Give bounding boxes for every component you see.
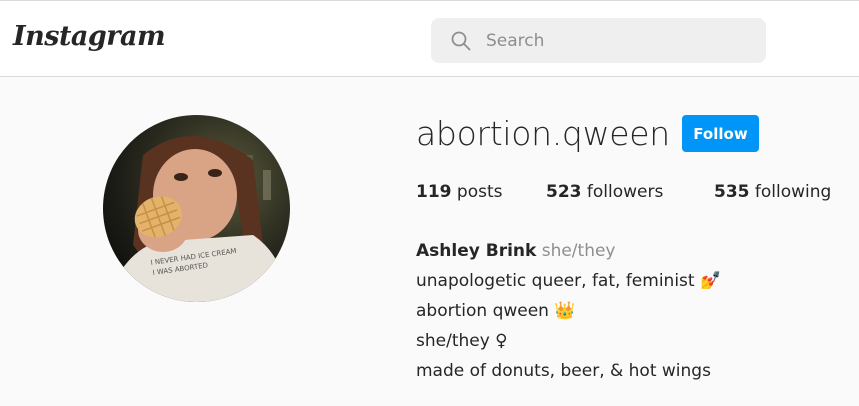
- crown-icon: 👑: [554, 301, 576, 321]
- bio-name-line: Ashley Brink she/they: [416, 236, 721, 266]
- followers-count: 523: [546, 182, 582, 202]
- bio-line-2: abortion qween 👑: [416, 296, 721, 326]
- bio-pronouns: she/they: [541, 241, 616, 261]
- posts-label: posts: [456, 182, 503, 202]
- bio-line-1-text: unapologetic queer, fat, feminist: [416, 271, 695, 291]
- followers-stat[interactable]: 523 followers: [546, 182, 663, 202]
- following-count: 535: [714, 182, 750, 202]
- bio-full-name: Ashley Brink: [416, 241, 537, 261]
- search-box[interactable]: [431, 18, 766, 63]
- profile-bio: Ashley Brink she/they unapologetic queer…: [416, 236, 721, 386]
- avatar[interactable]: I NEVER HAD ICE CREAM I WAS ABORTED: [103, 115, 290, 302]
- nail-polish-icon: 💅: [699, 271, 722, 291]
- follow-button[interactable]: Follow: [682, 115, 759, 152]
- bio-line-3: she/they ♀: [416, 331, 508, 351]
- top-navigation-bar: Instagram: [0, 0, 859, 77]
- following-label: following: [754, 182, 832, 202]
- posts-stat: 119 posts: [416, 182, 502, 202]
- posts-count: 119: [416, 182, 452, 202]
- profile-username: abortion.qween: [416, 114, 670, 153]
- bio-line-1: unapologetic queer, fat, feminist 💅: [416, 266, 721, 296]
- followers-label: followers: [586, 182, 664, 202]
- bio-line-4: made of donuts, beer, & hot wings: [416, 361, 711, 381]
- bio-line-2-text: abortion qween: [416, 301, 549, 321]
- search-icon: [451, 31, 471, 51]
- instagram-logo[interactable]: Instagram: [13, 21, 166, 52]
- search-input[interactable]: [486, 18, 746, 63]
- avatar-photo: I NEVER HAD ICE CREAM I WAS ABORTED: [103, 115, 290, 302]
- following-stat[interactable]: 535 following: [714, 182, 831, 202]
